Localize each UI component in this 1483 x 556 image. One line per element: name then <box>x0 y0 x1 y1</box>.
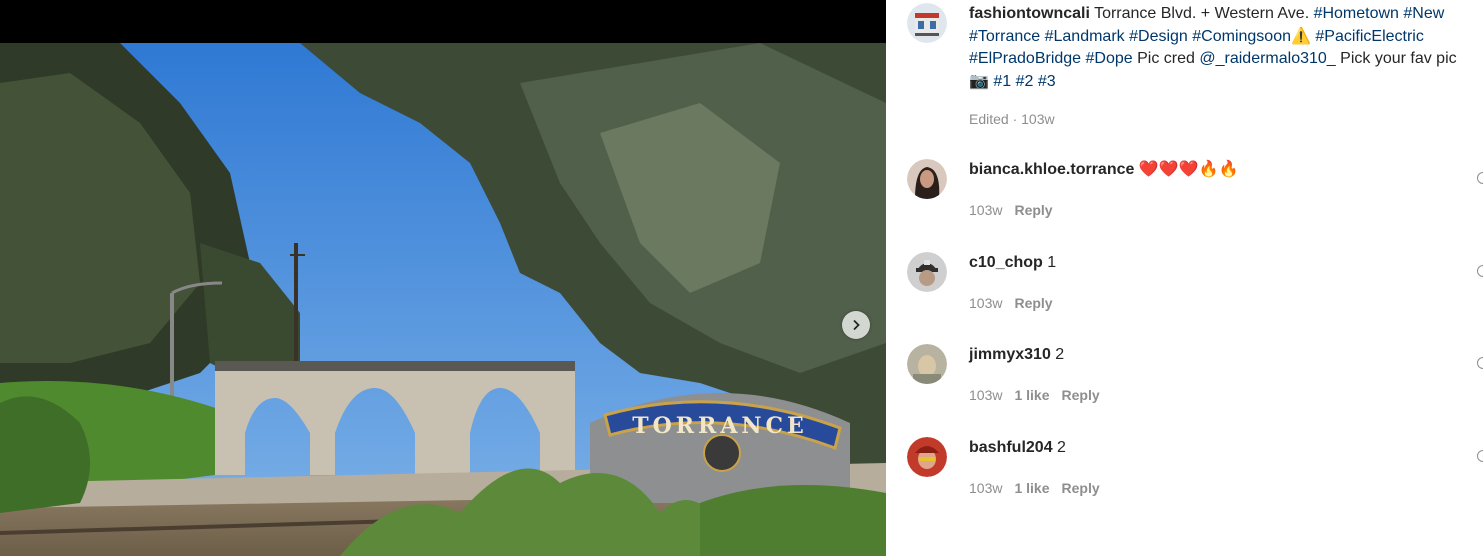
comment-username[interactable]: bashful204 <box>969 439 1053 456</box>
comments-panel: fashiontowncali Torrance Blvd. + Western… <box>886 0 1483 556</box>
post-edited-time: Edited · 103w <box>969 111 1055 127</box>
comment-time[interactable]: 103w <box>969 202 1002 218</box>
commenter-avatar[interactable] <box>907 437 947 477</box>
comment-time[interactable]: 103w <box>969 295 1002 311</box>
hashtag[interactable]: #PacificElectric <box>1315 28 1423 45</box>
hashtag[interactable]: #Landmark <box>1045 28 1125 45</box>
author-username[interactable]: fashiontowncali <box>969 5 1090 22</box>
mention-link[interactable]: @_raidermalo310_ <box>1199 50 1335 67</box>
caption-text: Pick your fav pic <box>1335 50 1457 67</box>
post-media: TORRANCE <box>0 0 886 556</box>
commenter-avatar[interactable] <box>907 159 947 199</box>
comment-item: jimmyx310 2 103w 1 like Reply <box>886 344 1483 424</box>
hashtag[interactable]: #Comingsoon <box>1192 28 1291 45</box>
like-comment-icon[interactable] <box>1477 450 1483 462</box>
hashtag[interactable]: #1 <box>993 73 1011 90</box>
camera-emoji: 📷 <box>969 72 989 90</box>
comment-text: 2 <box>1057 439 1066 456</box>
comment-likes[interactable]: 1 like <box>1014 480 1049 496</box>
reply-button[interactable]: Reply <box>1014 295 1052 311</box>
post-photo: TORRANCE <box>0 43 886 556</box>
comment-item: bianca.khloe.torrance ❤️❤️❤️🔥🔥 103w Reply <box>886 159 1483 239</box>
caption-text: Pic cred <box>1132 50 1200 67</box>
hashtag[interactable]: #3 <box>1038 73 1056 90</box>
comment-time[interactable]: 103w <box>969 387 1002 403</box>
author-avatar[interactable] <box>907 3 947 43</box>
hashtag[interactable]: #Design <box>1129 28 1188 45</box>
commenter-avatar[interactable] <box>907 252 947 292</box>
comment-text: 1 <box>1047 254 1057 271</box>
hashtag[interactable]: #Hometown <box>1314 5 1399 22</box>
like-comment-icon[interactable] <box>1477 265 1483 277</box>
next-photo-button[interactable] <box>842 311 870 339</box>
reply-button[interactable]: Reply <box>1014 202 1052 218</box>
hashtag[interactable]: #Torrance <box>969 28 1040 45</box>
hashtag[interactable]: #ElPradoBridge <box>969 50 1081 67</box>
chevron-right-icon <box>853 319 860 331</box>
reply-button[interactable]: Reply <box>1062 387 1100 403</box>
comment-username[interactable]: c10_chop <box>969 254 1043 271</box>
warning-emoji: ⚠️ <box>1291 27 1311 45</box>
hashtag[interactable]: #New <box>1403 5 1444 22</box>
commenter-avatar[interactable] <box>907 344 947 384</box>
caption-text: Torrance Blvd. + Western Ave. <box>1089 5 1314 22</box>
hashtag[interactable]: #2 <box>1016 73 1034 90</box>
comment-text: ❤️❤️❤️🔥🔥 <box>1138 161 1239 178</box>
comment-likes[interactable]: 1 like <box>1014 387 1049 403</box>
comment-text: 2 <box>1055 346 1065 363</box>
hashtag[interactable]: #Dope <box>1086 50 1133 67</box>
comment-time[interactable]: 103w <box>969 480 1002 496</box>
comment-username[interactable]: bianca.khloe.torrance <box>969 161 1134 178</box>
comment-item: bashful204 2 103w 1 like Reply <box>886 437 1483 517</box>
like-comment-icon[interactable] <box>1477 357 1483 369</box>
like-comment-icon[interactable] <box>1477 172 1483 184</box>
comment-item: c10_chop 1 103w Reply <box>886 252 1483 332</box>
comment-username[interactable]: jimmyx310 <box>969 346 1051 363</box>
reply-button[interactable]: Reply <box>1062 480 1100 496</box>
post-caption: fashiontowncali Torrance Blvd. + Western… <box>969 3 1483 93</box>
